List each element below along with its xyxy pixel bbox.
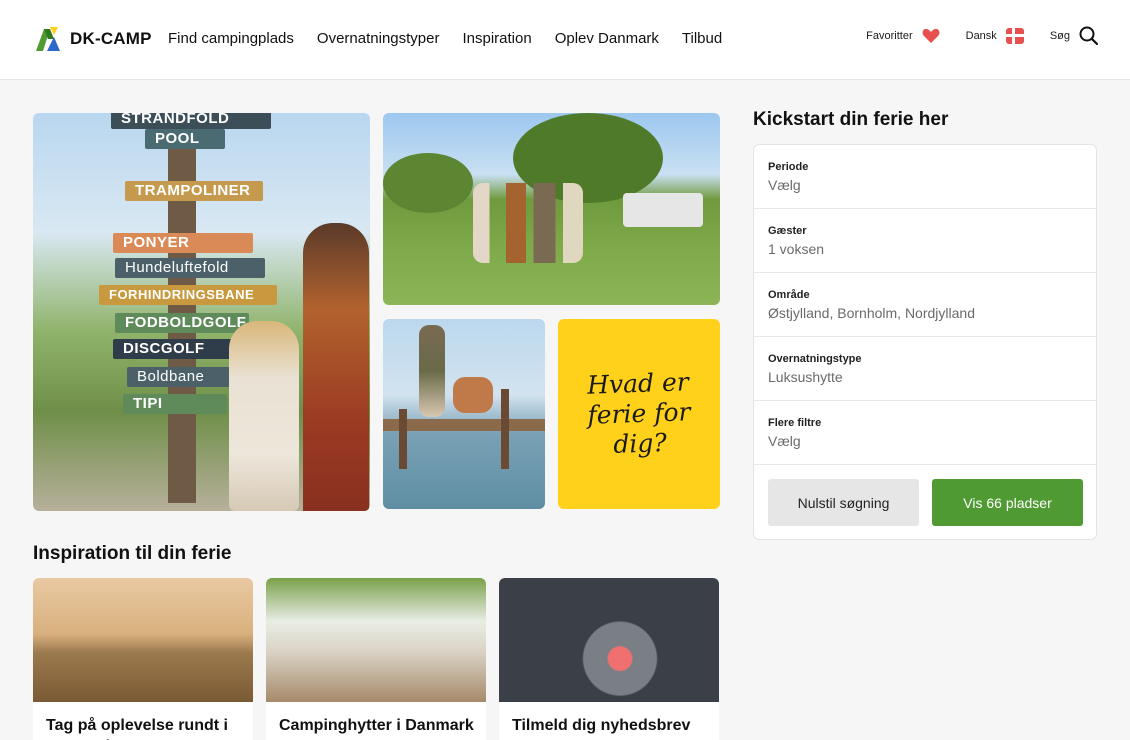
main-nav: Find campingplads Overnatningstyper Insp… [168,30,722,47]
nav-inspiration[interactable]: Inspiration [462,30,531,47]
sign-plank: FORHINDRINGSBANE [99,285,277,305]
inspiration-card[interactable]: Campinghytter i Danmark [266,578,486,740]
filter-label: Område [768,289,810,301]
pier-post [399,409,407,469]
person-standing [419,325,445,417]
favorites-label[interactable]: Favoritter [866,30,912,42]
card-image-marshmallow [499,578,719,702]
card-title: Campinghytter i Danmark [279,717,474,734]
filter-value: Vælg [768,177,801,193]
tree-shape [383,153,473,213]
sign-plank: STRANDFOLD [111,113,271,129]
sign-plank: TIPI [123,394,227,414]
inspiration-card[interactable]: Tilmeld dig nyhedsbrev [499,578,719,740]
site-header: DK-CAMP Find campingplads Overnatningsty… [0,0,1130,80]
show-results-button[interactable]: Vis 66 pladser [932,479,1083,526]
family-walking-photo[interactable] [383,113,720,305]
filter-label: Gæster [768,225,807,237]
sign-plank: PONYER [113,233,253,253]
utility-bar: Favoritter Dansk Søg [866,26,1098,45]
filter-value: Vælg [768,433,801,449]
sign-plank: DISCGOLF [113,339,245,359]
filter-row-overnatningstype[interactable]: Overnatningstype Luksushytte [754,337,1096,401]
filter-value: 1 voksen [768,241,825,257]
sign-plank: Boldbane [127,367,239,387]
filter-value: Luksushytte [768,369,843,385]
card-image-cabin [266,578,486,702]
inspiration-card[interactable]: Tag på oplevelse rundt i Danmark [33,578,253,740]
hero-photo-signpost[interactable]: STRANDFOLD POOL TRAMPOLINER PONYER Hunde… [33,113,370,511]
nav-overnatningstyper[interactable]: Overnatningstyper [317,30,440,47]
caravan-shape [623,193,703,227]
filter-row-periode[interactable]: Periode Vælg [754,145,1096,209]
search-label[interactable]: Søg [1050,30,1070,42]
card-title: Tilmeld dig nyhedsbrev [512,717,691,734]
brand-name: DK-CAMP [70,29,152,48]
sign-plank: TRAMPOLINER [125,181,263,201]
promo-tile[interactable]: Hvad er ferie for dig? [558,319,720,509]
nav-oplev-danmark[interactable]: Oplev Danmark [555,30,659,47]
filter-label: Overnatningstype [768,353,862,365]
card-image-beach [33,578,253,702]
heart-icon[interactable] [922,28,940,44]
sign-plank: POOL [145,129,225,149]
filter-row-omraade[interactable]: Område Østjylland, Bornholm, Nordjylland [754,273,1096,337]
person-woman-photo [303,223,369,511]
person-sitting [453,377,493,413]
sign-plank: FODBOLDGOLF [115,313,249,333]
nav-tilbud[interactable]: Tilbud [682,30,722,47]
filter-panel: Periode Vælg Gæster 1 voksen Område Østj… [753,144,1097,540]
person-girl-photo [229,321,299,511]
pier-deck [383,419,545,431]
pier-photo[interactable] [383,319,545,509]
card-title: Tag på oplevelse rundt i Danmark [46,717,228,740]
filter-label: Periode [768,161,809,173]
logo-icon [36,27,60,51]
pier-post [501,389,509,469]
filter-label: Flere filtre [768,417,822,429]
nav-find-campingplads[interactable]: Find campingplads [168,30,294,47]
language-label[interactable]: Dansk [966,30,997,42]
filter-value: Østjylland, Bornholm, Nordjylland [768,305,975,321]
filter-title: Kickstart din ferie her [753,109,949,130]
logo[interactable]: DK-CAMP [34,25,152,53]
filter-row-gaester[interactable]: Gæster 1 voksen [754,209,1096,273]
search-icon[interactable] [1079,26,1098,45]
danish-flag-icon[interactable] [1005,27,1024,44]
filter-row-flere-filtre[interactable]: Flere filtre Vælg [754,401,1096,465]
reset-search-button[interactable]: Nulstil søgning [768,479,919,526]
sign-plank: Hundeluftefold [115,258,265,278]
family-figures [473,183,583,263]
promo-text: Hvad er ferie for dig? [586,367,691,459]
inspiration-title: Inspiration til din ferie [33,543,232,564]
